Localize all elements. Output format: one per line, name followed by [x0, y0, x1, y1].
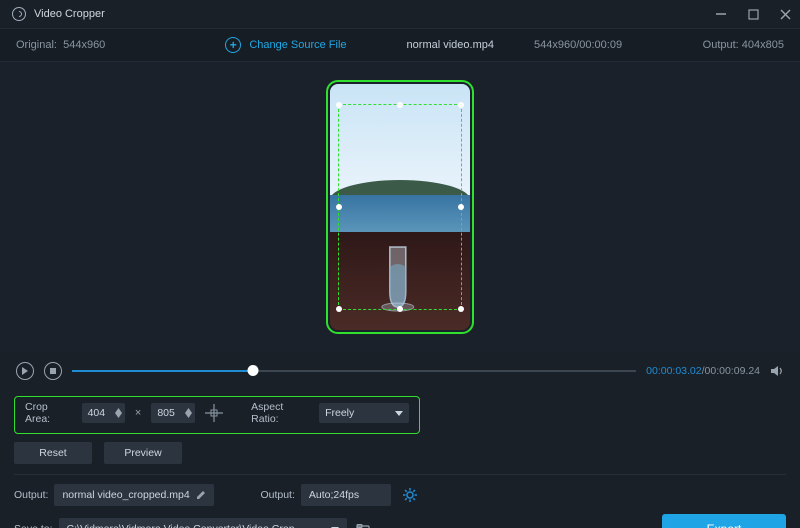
stop-button[interactable]	[44, 362, 62, 380]
video-frame	[330, 84, 470, 330]
preview-button[interactable]: Preview	[104, 442, 182, 464]
stepper-icon[interactable]	[185, 408, 192, 418]
app-logo-icon	[12, 7, 26, 21]
caret-down-icon	[395, 411, 403, 416]
title-bar: Video Cropper	[0, 0, 800, 28]
crop-height-input[interactable]: 805	[151, 403, 194, 423]
source-dimensions-duration: 544x960/00:00:09	[534, 39, 622, 51]
center-crop-icon[interactable]	[205, 403, 224, 423]
reset-button[interactable]: Reset	[14, 442, 92, 464]
crop-controls-highlight: Crop Area: 404 × 805 Aspect Ratio: Freel…	[14, 396, 420, 434]
crop-width-input[interactable]: 404	[82, 403, 125, 423]
output-file-label: Output:	[14, 489, 48, 501]
source-filename: normal video.mp4	[407, 39, 494, 51]
settings-icon[interactable]	[403, 488, 417, 502]
maximize-icon[interactable]	[746, 7, 760, 21]
action-buttons: Reset Preview	[14, 442, 786, 464]
time-display: 00:00:03.02/00:00:09.24	[646, 365, 760, 377]
volume-icon[interactable]	[770, 364, 784, 378]
play-button[interactable]	[16, 362, 34, 380]
export-button[interactable]: Export	[662, 514, 786, 528]
save-to-label: Save to:	[14, 523, 53, 528]
crop-area-label: Crop Area:	[25, 401, 72, 425]
video-thumbnail	[330, 84, 470, 330]
output-format-label: Output:	[260, 489, 294, 501]
source-info-bar: Original: 544x960 + Change Source File n…	[0, 28, 800, 62]
plus-icon: +	[225, 37, 241, 53]
original-label: Original: 544x960	[16, 39, 105, 51]
multiply-label: ×	[135, 407, 141, 419]
glass-illustration	[376, 241, 420, 315]
timeline-thumb[interactable]	[247, 365, 258, 376]
stepper-icon[interactable]	[115, 408, 122, 418]
open-folder-icon[interactable]	[353, 524, 373, 528]
video-preview[interactable]	[0, 62, 800, 352]
timeline-slider[interactable]	[72, 364, 636, 378]
output-filename-field[interactable]: normal video_cropped.mp4	[54, 484, 214, 506]
edit-icon[interactable]	[196, 490, 206, 500]
playback-controls: 00:00:03.02/00:00:09.24	[0, 352, 800, 390]
output-format-field[interactable]: Auto;24fps	[301, 484, 391, 506]
window-controls	[714, 7, 792, 21]
save-path-select[interactable]: C:\Vidmore\Vidmore Video Converter\Video…	[59, 518, 347, 528]
close-icon[interactable]	[778, 7, 792, 21]
change-source-button[interactable]: + Change Source File	[225, 37, 346, 53]
aspect-ratio-select[interactable]: Freely	[319, 403, 409, 423]
aspect-ratio-label: Aspect Ratio:	[251, 401, 309, 425]
output-section: Output: normal video_cropped.mp4 Output:…	[0, 475, 800, 528]
output-dimensions: Output: 404x805	[703, 39, 784, 51]
minimize-icon[interactable]	[714, 7, 728, 21]
highlight-frame	[326, 80, 474, 334]
app-title: Video Cropper	[34, 8, 105, 20]
